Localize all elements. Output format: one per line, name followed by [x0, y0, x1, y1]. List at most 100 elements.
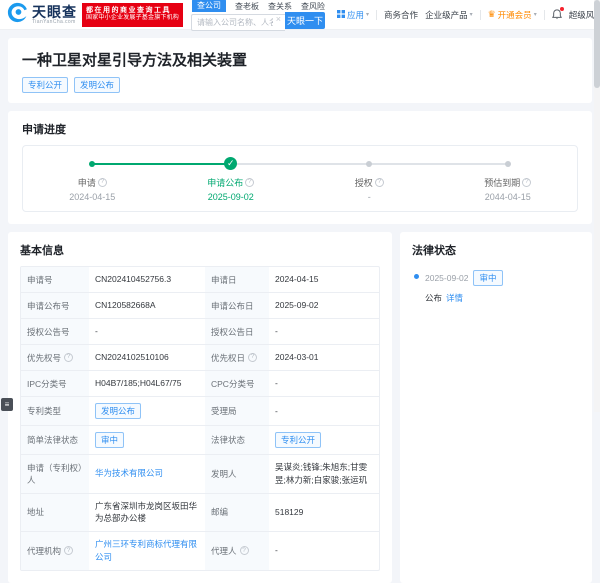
field-value: 专利公开: [269, 426, 379, 454]
nav-apps[interactable]: 应用 ▾: [337, 9, 369, 21]
info-icon[interactable]: ?: [522, 178, 531, 187]
search-tab-relation[interactable]: 查关系: [268, 1, 292, 12]
floating-widget[interactable]: ≡: [1, 398, 13, 411]
search-area: 查公司 查老板 查关系 查风险 × 天眼一下: [191, 1, 325, 29]
field-label: 申请（专利权）人: [21, 455, 89, 493]
field-value: -: [269, 319, 379, 344]
search-tab-risk[interactable]: 查风险: [301, 1, 325, 12]
bullet-dot: [414, 274, 419, 279]
field-value: H04B7/185;H04L67/75: [89, 371, 205, 396]
brand-name: 天眼查: [32, 5, 77, 19]
top-bar: 天眼查 TianYanCha.com 都在用的商业查询工具 国家中小企业发展子基…: [0, 0, 600, 30]
field-label: IPC分类号: [21, 371, 89, 396]
search-input[interactable]: [191, 14, 285, 31]
field-label: 专利类型: [21, 397, 89, 425]
page-title: 一种卫星对星引导方法及相关装置: [22, 49, 578, 70]
step-date: 2025-09-02: [208, 192, 254, 202]
info-icon[interactable]: ?: [64, 353, 73, 362]
scrollbar[interactable]: [594, 0, 600, 412]
table-row: 专利类型 发明公布 受理局 -: [21, 396, 379, 425]
field-value: CN2024102510106: [89, 345, 205, 370]
field-value: 吴谋炎;钱锋;朱旭东;甘雯昱;林力新;白家骏;张运玑: [269, 455, 379, 493]
basic-info-section-title: 基本信息: [20, 242, 380, 258]
field-value: -: [89, 319, 205, 344]
table-row: 授权公告号 - 授权公告日 -: [21, 318, 379, 344]
patent-tags: 专利公开 发明公布: [22, 77, 578, 93]
info-icon[interactable]: ?: [245, 178, 254, 187]
info-icon[interactable]: ?: [64, 546, 73, 555]
table-row: IPC分类号 H04B7/185;H04L67/75 CPC分类号 -: [21, 370, 379, 396]
info-icon[interactable]: ?: [375, 178, 384, 187]
nav-biz-cooperation[interactable]: 商务合作: [384, 9, 418, 21]
field-label-text: 优先权日: [211, 352, 245, 364]
progress-timeline: 申请 ? 2024-04-15 ✓ 申请公布 ? 2025-09-02: [22, 145, 578, 212]
divider: [480, 10, 481, 20]
step-dot: [89, 161, 95, 167]
timeline-step-expiry: 预估到期 ? 2044-04-15: [439, 157, 578, 202]
field-label: CPC分类号: [205, 371, 269, 396]
brand-domain: TianYanCha.com: [32, 20, 77, 25]
table-row: 优先权号 ? CN2024102510106 优先权日 ? 2024-03-01: [21, 344, 379, 370]
field-value: 2025-09-02: [269, 293, 379, 318]
tianyancha-logo[interactable]: 天眼查 TianYanCha.com: [6, 1, 77, 29]
field-value: 2024-03-01: [269, 345, 379, 370]
nav-vip-upgrade[interactable]: ♛ 开通会员 ▾: [488, 9, 537, 21]
simple-legal-status-tag: 审中: [95, 432, 124, 448]
field-label: 代理人 ?: [205, 532, 269, 570]
applicant-link[interactable]: 华为技术有限公司: [95, 467, 163, 480]
progress-section-title: 申请进度: [22, 121, 578, 137]
menu-icon: ≡: [5, 400, 10, 409]
legal-status-section-title: 法律状态: [412, 242, 580, 258]
field-label: 优先权日 ?: [205, 345, 269, 370]
search-tab-company[interactable]: 查公司: [192, 0, 226, 12]
table-row: 简单法律状态 审中 法律状态 专利公开: [21, 425, 379, 454]
check-icon: ✓: [224, 157, 237, 170]
basic-info-card: 基本信息 申请号 CN202410452756.3 申请日 2024-04-15…: [8, 232, 392, 583]
info-icon[interactable]: ?: [240, 546, 249, 555]
agency-link[interactable]: 广州三环专利商标代理有限公司: [95, 538, 199, 564]
patent-tag-invention: 发明公布: [74, 77, 120, 93]
search-button[interactable]: 天眼一下: [285, 12, 325, 29]
field-value: 2024-04-15: [269, 267, 379, 292]
legal-status-action: 公布: [425, 292, 442, 304]
step-date: -: [368, 192, 371, 202]
field-label: 优先权号 ?: [21, 345, 89, 370]
scrollbar-thumb[interactable]: [594, 0, 600, 88]
step-label: 申请公布: [207, 176, 243, 189]
nav-enterprise-label: 企业级产品: [425, 9, 468, 21]
legal-status-item: 2025-09-02 审中 公布 详情: [412, 270, 580, 304]
notification-badge: [560, 7, 564, 11]
field-label: 法律状态: [205, 426, 269, 454]
promo-banner: 都在用的商业查询工具 国家中小企业发展子基金旗下机构: [82, 3, 183, 27]
chevron-down-icon: ▾: [366, 11, 369, 18]
promo-line2: 国家中小企业发展子基金旗下机构: [86, 15, 179, 22]
legal-status-card: 法律状态 2025-09-02 审中 公布 详情: [400, 232, 592, 583]
notification-bell-icon[interactable]: [552, 9, 562, 20]
info-icon[interactable]: ?: [248, 353, 257, 362]
clear-icon[interactable]: ×: [276, 15, 281, 24]
step-label: 授权: [355, 176, 373, 189]
page-content: 一种卫星对星引导方法及相关装置 专利公开 发明公布 申请进度 申请 ? 2024…: [0, 30, 600, 583]
field-label: 地址: [21, 494, 89, 532]
table-row: 申请公布号 CN120582668A 申请公布日 2025-09-02: [21, 292, 379, 318]
legal-status-tag: 专利公开: [275, 432, 321, 448]
field-label: 申请日: [205, 267, 269, 292]
step-date: 2024-04-15: [69, 192, 115, 202]
nav-apps-label: 应用: [347, 9, 364, 21]
timeline-segment: [369, 163, 508, 165]
field-value: CN120582668A: [89, 293, 205, 318]
field-label: 发明人: [205, 455, 269, 493]
promo-line1: 都在用的商业查询工具: [86, 7, 179, 15]
step-label: 申请: [78, 176, 96, 189]
field-label: 受理局: [205, 397, 269, 425]
nav-vip-label: 开通会员: [498, 9, 532, 21]
table-row: 申请（专利权）人 华为技术有限公司 发明人 吴谋炎;钱锋;朱旭东;甘雯昱;林力新…: [21, 454, 379, 493]
nav-enterprise-products[interactable]: 企业级产品 ▾: [425, 9, 473, 21]
timeline-segment: [92, 163, 231, 165]
basic-info-table: 申请号 CN202410452756.3 申请日 2024-04-15 申请公布…: [20, 266, 380, 571]
info-icon[interactable]: ?: [98, 178, 107, 187]
legal-status-detail-link[interactable]: 详情: [446, 292, 463, 304]
step-date: 2044-04-15: [485, 192, 531, 202]
chevron-down-icon: ▾: [470, 11, 473, 18]
search-tab-boss[interactable]: 查老板: [235, 1, 259, 12]
